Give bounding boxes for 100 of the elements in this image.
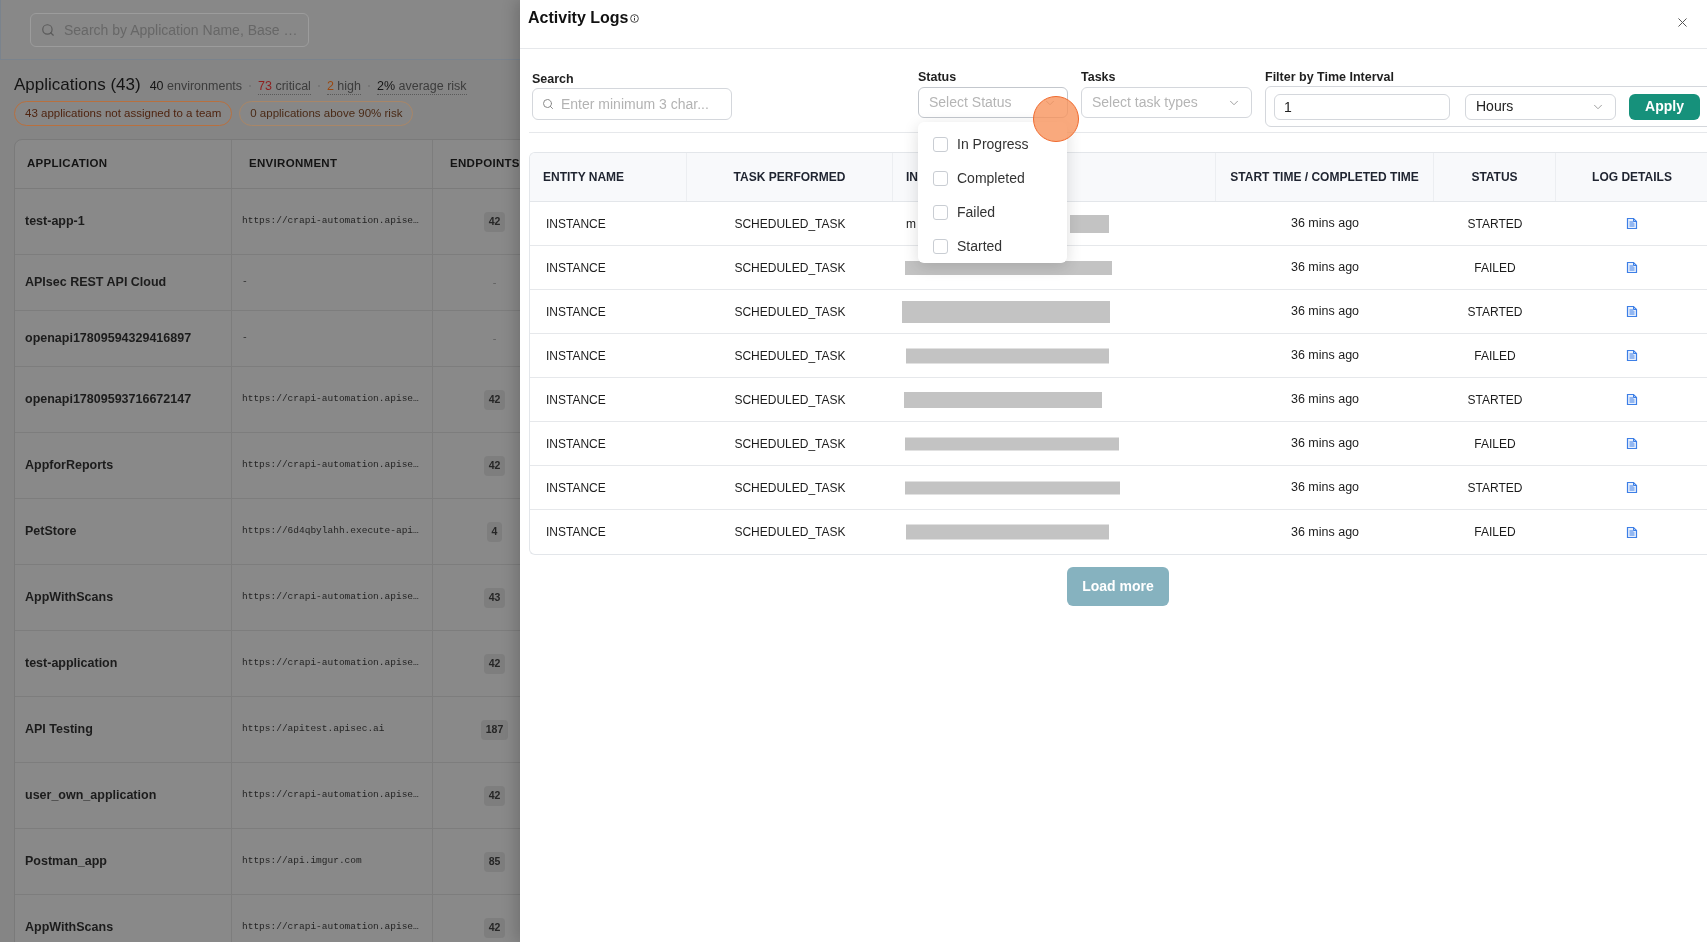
stat-text: 73 critical: [258, 77, 311, 95]
column-header: STATUS: [1471, 169, 1518, 186]
environment-url: https://crapi-automation.apise…: [242, 214, 419, 229]
search-icon: [542, 98, 554, 110]
app-name[interactable]: AppWithScans: [25, 588, 114, 607]
endpoint-count: 187: [480, 719, 509, 740]
column-header: START TIME / COMPLETED TIME: [1230, 169, 1419, 186]
apply-button[interactable]: Apply: [1629, 93, 1700, 120]
environment-url: https://crapi-automation.apise…: [242, 920, 419, 935]
endpoint-count: 43: [483, 587, 506, 608]
document-icon[interactable]: [1626, 349, 1638, 362]
status-text: STARTED: [1467, 215, 1523, 233]
environment-url: https://apitest.apisec.ai: [242, 722, 385, 737]
time-text: 36 mins ago: [1290, 523, 1360, 541]
endpoint-count: 42: [483, 455, 506, 476]
instance-text: m: [906, 215, 916, 233]
task-name: SCHEDULED_TASK: [734, 259, 846, 277]
environment-url: https://crapi-automation.apise…: [242, 590, 419, 605]
column-header: APPLICATION: [27, 156, 108, 172]
column-header: ENTITY NAME: [543, 169, 625, 186]
time-text: 36 mins ago: [1290, 215, 1360, 233]
status-text: FAILED: [1474, 435, 1516, 453]
entity-name: INSTANCE: [546, 259, 606, 277]
endpoint-count: 42: [483, 653, 506, 674]
environment-url: https://crapi-automation.apise…: [242, 656, 419, 671]
document-icon[interactable]: [1626, 481, 1638, 494]
option-label[interactable]: Failed: [957, 201, 996, 223]
environment-url: https://6d4qbylahh.execute-api…: [242, 524, 419, 539]
app-name[interactable]: openapi17809594329416897: [25, 329, 192, 348]
checkbox[interactable]: [933, 204, 948, 220]
environment-url: -: [242, 331, 248, 346]
interval-field[interactable]: 1: [1274, 93, 1450, 120]
unit-select[interactable]: Hours: [1465, 93, 1616, 120]
app-name[interactable]: PetStore: [25, 522, 77, 541]
status-text: FAILED: [1474, 524, 1516, 541]
document-icon[interactable]: [1626, 393, 1638, 406]
app-name[interactable]: APIsec REST API Cloud: [25, 273, 167, 292]
app-name[interactable]: openapi17809593716672147: [25, 390, 192, 409]
time-text: 36 mins ago: [1290, 347, 1360, 365]
task-name: SCHEDULED_TASK: [734, 479, 846, 497]
checkbox[interactable]: [933, 136, 948, 152]
info-pill: 43 applications not assigned to a team: [14, 101, 233, 126]
task-name: SCHEDULED_TASK: [734, 215, 846, 233]
app-name[interactable]: AppWithScans: [25, 918, 114, 937]
column-header: ENVIRONMENT: [249, 156, 338, 172]
stat-text: 40 environments: [149, 78, 243, 94]
column-header: IN: [906, 169, 918, 186]
endpoint-count: 42: [483, 785, 506, 806]
document-icon[interactable]: [1626, 525, 1638, 539]
app-name[interactable]: API Testing: [25, 720, 93, 739]
task-name: SCHEDULED_TASK: [734, 391, 846, 409]
search-field[interactable]: Enter minimum 3 char...: [532, 88, 732, 120]
info-icon[interactable]: [630, 13, 640, 23]
field-label: Tasks: [1081, 69, 1117, 85]
time-text: 36 mins ago: [1290, 435, 1360, 453]
task-name: SCHEDULED_TASK: [734, 303, 846, 321]
document-icon[interactable]: [1626, 437, 1638, 450]
endpoint-count: 42: [483, 389, 506, 410]
time-text: 36 mins ago: [1290, 479, 1360, 497]
checkbox[interactable]: [933, 170, 948, 186]
status-text: STARTED: [1467, 479, 1523, 497]
task-name: SCHEDULED_TASK: [734, 347, 846, 365]
endpoint-count: 85: [483, 851, 506, 872]
environment-url: -: [242, 275, 248, 290]
entity-name: INSTANCE: [546, 391, 606, 409]
search-icon: [41, 22, 55, 37]
environment-url: https://crapi-automation.apise…: [242, 788, 419, 803]
entity-name: INSTANCE: [546, 524, 606, 541]
entity-name: INSTANCE: [546, 215, 606, 233]
task-name: SCHEDULED_TASK: [734, 524, 846, 541]
entity-name: INSTANCE: [546, 435, 606, 453]
document-icon[interactable]: [1626, 305, 1638, 318]
option-label[interactable]: Completed: [957, 167, 1025, 189]
drawer-title: Activity Logs: [528, 8, 629, 28]
document-icon[interactable]: [1626, 261, 1638, 274]
stat-text: 2 high: [326, 77, 361, 95]
status-text: FAILED: [1474, 259, 1516, 277]
endpoint-count: 42: [483, 917, 506, 938]
time-text: 36 mins ago: [1290, 303, 1360, 321]
app-name[interactable]: Postman_app: [25, 852, 107, 871]
app-name[interactable]: AppforReports: [25, 456, 114, 475]
time-text: 36 mins ago: [1290, 259, 1360, 277]
entity-name: INSTANCE: [546, 347, 606, 365]
status-text: STARTED: [1467, 391, 1523, 409]
document-icon[interactable]: [1626, 217, 1638, 230]
checkbox[interactable]: [933, 238, 948, 254]
app-name[interactable]: test-app-1: [25, 212, 85, 231]
endpoint-empty: -: [492, 331, 497, 347]
app-name[interactable]: user_own_application: [25, 786, 157, 805]
environment-url: https://crapi-automation.apise…: [242, 392, 419, 407]
applications-title: Applications (43): [14, 75, 141, 95]
time-text: 36 mins ago: [1290, 391, 1360, 409]
environment-url: https://api.imgur.com: [242, 854, 362, 869]
option-label[interactable]: In Progress: [957, 133, 1029, 155]
field-label: Status: [918, 69, 958, 85]
entity-name: INSTANCE: [546, 303, 606, 321]
entity-name: INSTANCE: [546, 479, 606, 497]
app-name[interactable]: test-application: [25, 654, 118, 673]
field-label: Filter by Time Interval: [1265, 69, 1395, 85]
option-label[interactable]: Started: [957, 235, 1003, 257]
